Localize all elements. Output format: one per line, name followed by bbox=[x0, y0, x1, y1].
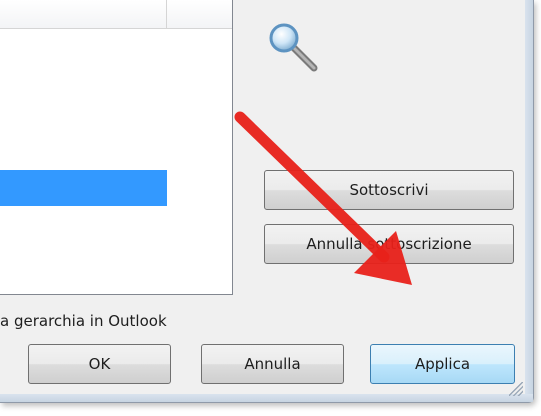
resize-grip-icon[interactable] bbox=[509, 382, 523, 396]
column-divider[interactable] bbox=[166, 0, 167, 28]
selected-folder-row[interactable] bbox=[0, 170, 167, 206]
subscribe-button[interactable]: Sottoscrivi bbox=[264, 170, 514, 210]
account-settings-dialog: Sottoscrivi Annulla sottoscrizione a ger… bbox=[0, 0, 534, 403]
apply-button[interactable]: Applica bbox=[370, 344, 515, 384]
window-frame-bottom bbox=[0, 394, 533, 402]
folder-list-header bbox=[0, 0, 232, 29]
folder-list[interactable] bbox=[0, 0, 233, 295]
unsubscribe-button[interactable]: Annulla sottoscrizione bbox=[264, 224, 514, 264]
hierarchy-checkbox-label[interactable]: a gerarchia in Outlook bbox=[0, 312, 167, 330]
ok-button[interactable]: OK bbox=[28, 344, 171, 384]
window-frame-right bbox=[525, 0, 533, 402]
cancel-button[interactable]: Annulla bbox=[201, 344, 344, 384]
search-icon[interactable] bbox=[266, 20, 322, 76]
